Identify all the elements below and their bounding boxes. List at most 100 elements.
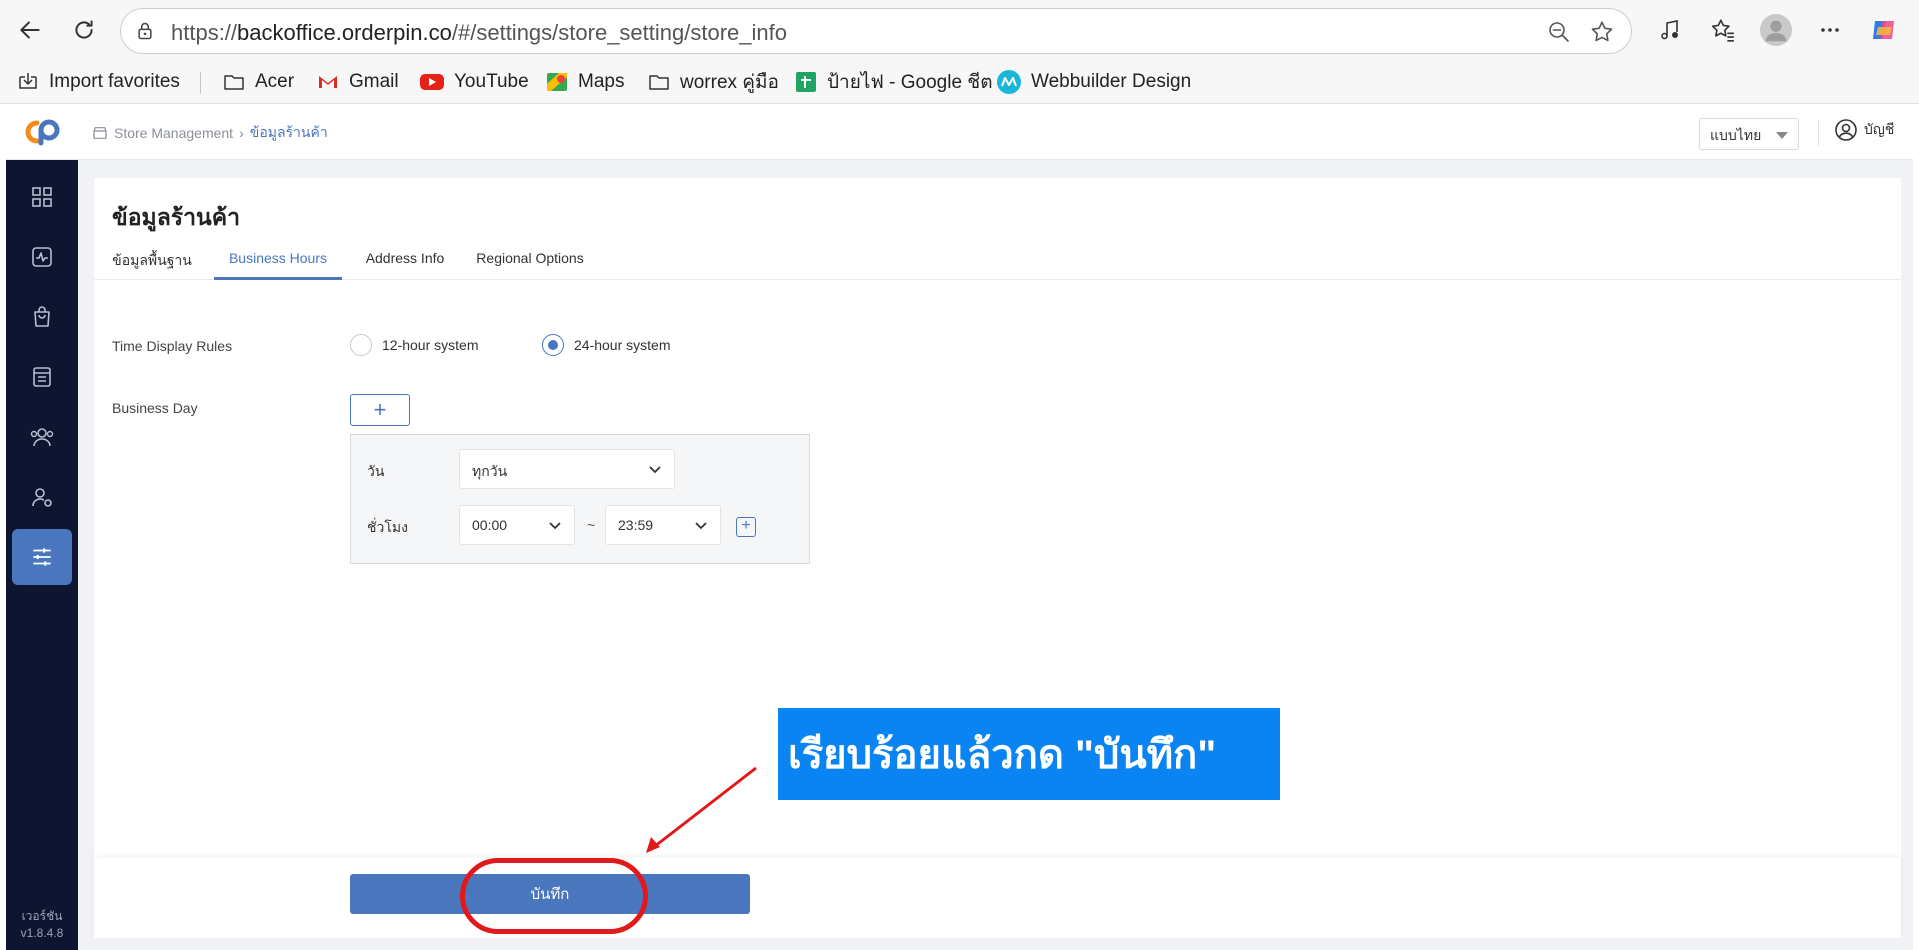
app-window: เวอร์ชัน v1.8.4.8 Store Management › ข้อ… xyxy=(6,104,1913,950)
radio-circle xyxy=(350,334,372,356)
tab-business-hours[interactable]: Business Hours xyxy=(214,250,342,280)
bookmark-acer[interactable]: Acer xyxy=(222,68,294,96)
version-label: เวอร์ชัน xyxy=(21,909,63,923)
store-icon xyxy=(33,367,51,387)
add-time-slot-icon[interactable]: + xyxy=(736,517,756,537)
bookmark-youtube[interactable]: YouTube xyxy=(419,68,529,96)
sidebar-item-dashboard[interactable] xyxy=(12,169,72,225)
copilot-icon[interactable] xyxy=(1868,14,1900,46)
app-version: เวอร์ชัน v1.8.4.8 xyxy=(6,908,78,942)
import-icon xyxy=(19,73,37,89)
bookmark-google-sheets[interactable]: ป้ายไฟ - Google ชีต xyxy=(794,68,993,96)
back-button[interactable] xyxy=(12,12,48,48)
sidebar-item-staff[interactable] xyxy=(12,469,72,525)
lock-icon xyxy=(135,21,155,46)
tab-regional-options[interactable]: Regional Options xyxy=(474,250,586,280)
radio-circle-checked xyxy=(542,334,564,356)
bookmark-import-favorites[interactable]: Import favorites xyxy=(16,68,180,96)
radio-24-hour[interactable]: 24-hour system xyxy=(542,334,670,356)
folder-icon xyxy=(224,75,244,90)
language-select[interactable]: แบบไทย xyxy=(1699,118,1799,150)
sidebar-item-reports[interactable] xyxy=(12,229,72,285)
main-content: ข้อมูลร้านค้า ข้อมูลพื้นฐาน Business Hou… xyxy=(94,178,1901,938)
app-header: Store Management › ข้อมูลร้านค้า แบบไทย … xyxy=(78,104,1913,160)
url-text: https://backoffice.orderpin.co/#/setting… xyxy=(171,20,787,46)
caret-down-icon xyxy=(1776,132,1788,139)
bookmark-label: worrex คู่มือ xyxy=(680,72,779,93)
day-select[interactable]: ทุกวัน xyxy=(459,449,675,489)
user-settings-icon xyxy=(32,488,52,507)
tutorial-callout: เรียบร้อยแล้วกด "บันทึก" xyxy=(778,708,1280,800)
sidebar-item-members[interactable] xyxy=(12,409,72,465)
url-prefix: https:// xyxy=(171,20,238,45)
radio-label: 12-hour system xyxy=(382,337,479,353)
annotation-highlight-ring xyxy=(460,858,648,934)
bookmark-separator xyxy=(200,72,201,94)
bookmark-gmail[interactable]: Gmail xyxy=(316,68,399,96)
bookmarks-bar: Import favorites Acer Gmail YouTube Maps… xyxy=(0,60,1919,104)
radio-12-hour[interactable]: 12-hour system xyxy=(350,334,478,356)
bookmark-label: Maps xyxy=(578,71,625,92)
start-time-select[interactable]: 00:00 xyxy=(459,505,575,545)
folder-icon xyxy=(649,75,669,90)
day-value: ทุกวัน xyxy=(472,463,508,479)
zoom-out-icon[interactable] xyxy=(1547,20,1571,49)
refresh-icon xyxy=(75,20,93,39)
maps-icon xyxy=(547,73,567,91)
browser-toolbar: https://backoffice.orderpin.co/#/setting… xyxy=(0,0,1919,60)
sidebar-item-products[interactable] xyxy=(12,289,72,345)
back-arrow-icon xyxy=(20,21,40,39)
add-business-day-button[interactable]: + xyxy=(350,394,410,426)
settings-tabs: ข้อมูลพื้นฐาน Business Hours Address Inf… xyxy=(94,238,1901,280)
sidebar: เวอร์ชัน v1.8.4.8 xyxy=(6,104,78,950)
time-range-separator: ~ xyxy=(587,517,596,533)
account-menu[interactable]: บัญชี xyxy=(1834,118,1894,142)
team-icon xyxy=(30,428,54,447)
bookmark-maps[interactable]: Maps xyxy=(545,68,624,96)
bookmark-label: Acer xyxy=(255,71,295,92)
bookmark-webbuilder[interactable]: Webbuilder Design xyxy=(996,68,1191,96)
address-bar[interactable]: https://backoffice.orderpin.co/#/setting… xyxy=(120,8,1632,54)
favorite-star-icon[interactable] xyxy=(1589,19,1615,50)
chevron-right-icon: › xyxy=(239,125,244,141)
user-circle-icon xyxy=(1835,119,1857,141)
breadcrumb-current: ข้อมูลร้านค้า xyxy=(249,124,328,140)
profile-avatar-icon[interactable] xyxy=(1760,14,1792,46)
favorites-icon[interactable] xyxy=(1707,14,1739,46)
bookmark-label: Import favorites xyxy=(49,71,180,92)
breadcrumb: Store Management › ข้อมูลร้านค้า xyxy=(92,122,328,144)
sidebar-item-store[interactable] xyxy=(12,349,72,405)
chevron-down-icon xyxy=(649,466,661,474)
bookmark-label: Gmail xyxy=(349,71,399,92)
bookmark-label: YouTube xyxy=(454,71,529,92)
end-time-select[interactable]: 23:59 xyxy=(605,505,721,545)
youtube-icon xyxy=(420,74,444,90)
radio-label: 24-hour system xyxy=(574,337,671,353)
callout-text: เรียบร้อยแล้วกด "บันทึก" xyxy=(788,733,1217,777)
breadcrumb-root[interactable]: Store Management xyxy=(114,125,233,141)
more-menu-icon[interactable] xyxy=(1814,14,1846,46)
dashboard-icon xyxy=(32,187,52,207)
time-display-label: Time Display Rules xyxy=(112,338,233,354)
header-divider xyxy=(1818,120,1819,146)
url-domain: backoffice.orderpin.co xyxy=(237,20,452,45)
sidebar-item-settings[interactable] xyxy=(12,529,72,585)
webbuilder-icon xyxy=(997,70,1021,94)
tab-basic-info[interactable]: ข้อมูลพื้นฐาน xyxy=(112,250,192,280)
tab-address-info[interactable]: Address Info xyxy=(364,250,446,280)
store-icon xyxy=(93,127,107,139)
chevron-down-icon xyxy=(549,522,561,530)
refresh-button[interactable] xyxy=(66,12,102,48)
orderpin-logo[interactable] xyxy=(6,104,78,160)
plus-icon: + xyxy=(373,397,387,422)
end-time-value: 23:59 xyxy=(618,517,654,533)
gmail-icon xyxy=(319,76,337,88)
bookmark-label: ป้ายไฟ - Google ชีต xyxy=(827,72,993,93)
bookmark-worrex[interactable]: worrex คู่มือ xyxy=(647,68,779,96)
page-title: ข้อมูลร้านค้า xyxy=(112,204,241,230)
version-number: v1.8.4.8 xyxy=(20,926,64,940)
media-control-icon[interactable] xyxy=(1654,14,1686,46)
language-value: แบบไทย xyxy=(1710,127,1762,143)
business-day-card: วัน ทุกวัน ชั่วโมง 00:00 ~ 23:59 + xyxy=(350,434,810,564)
activity-icon xyxy=(32,247,52,267)
